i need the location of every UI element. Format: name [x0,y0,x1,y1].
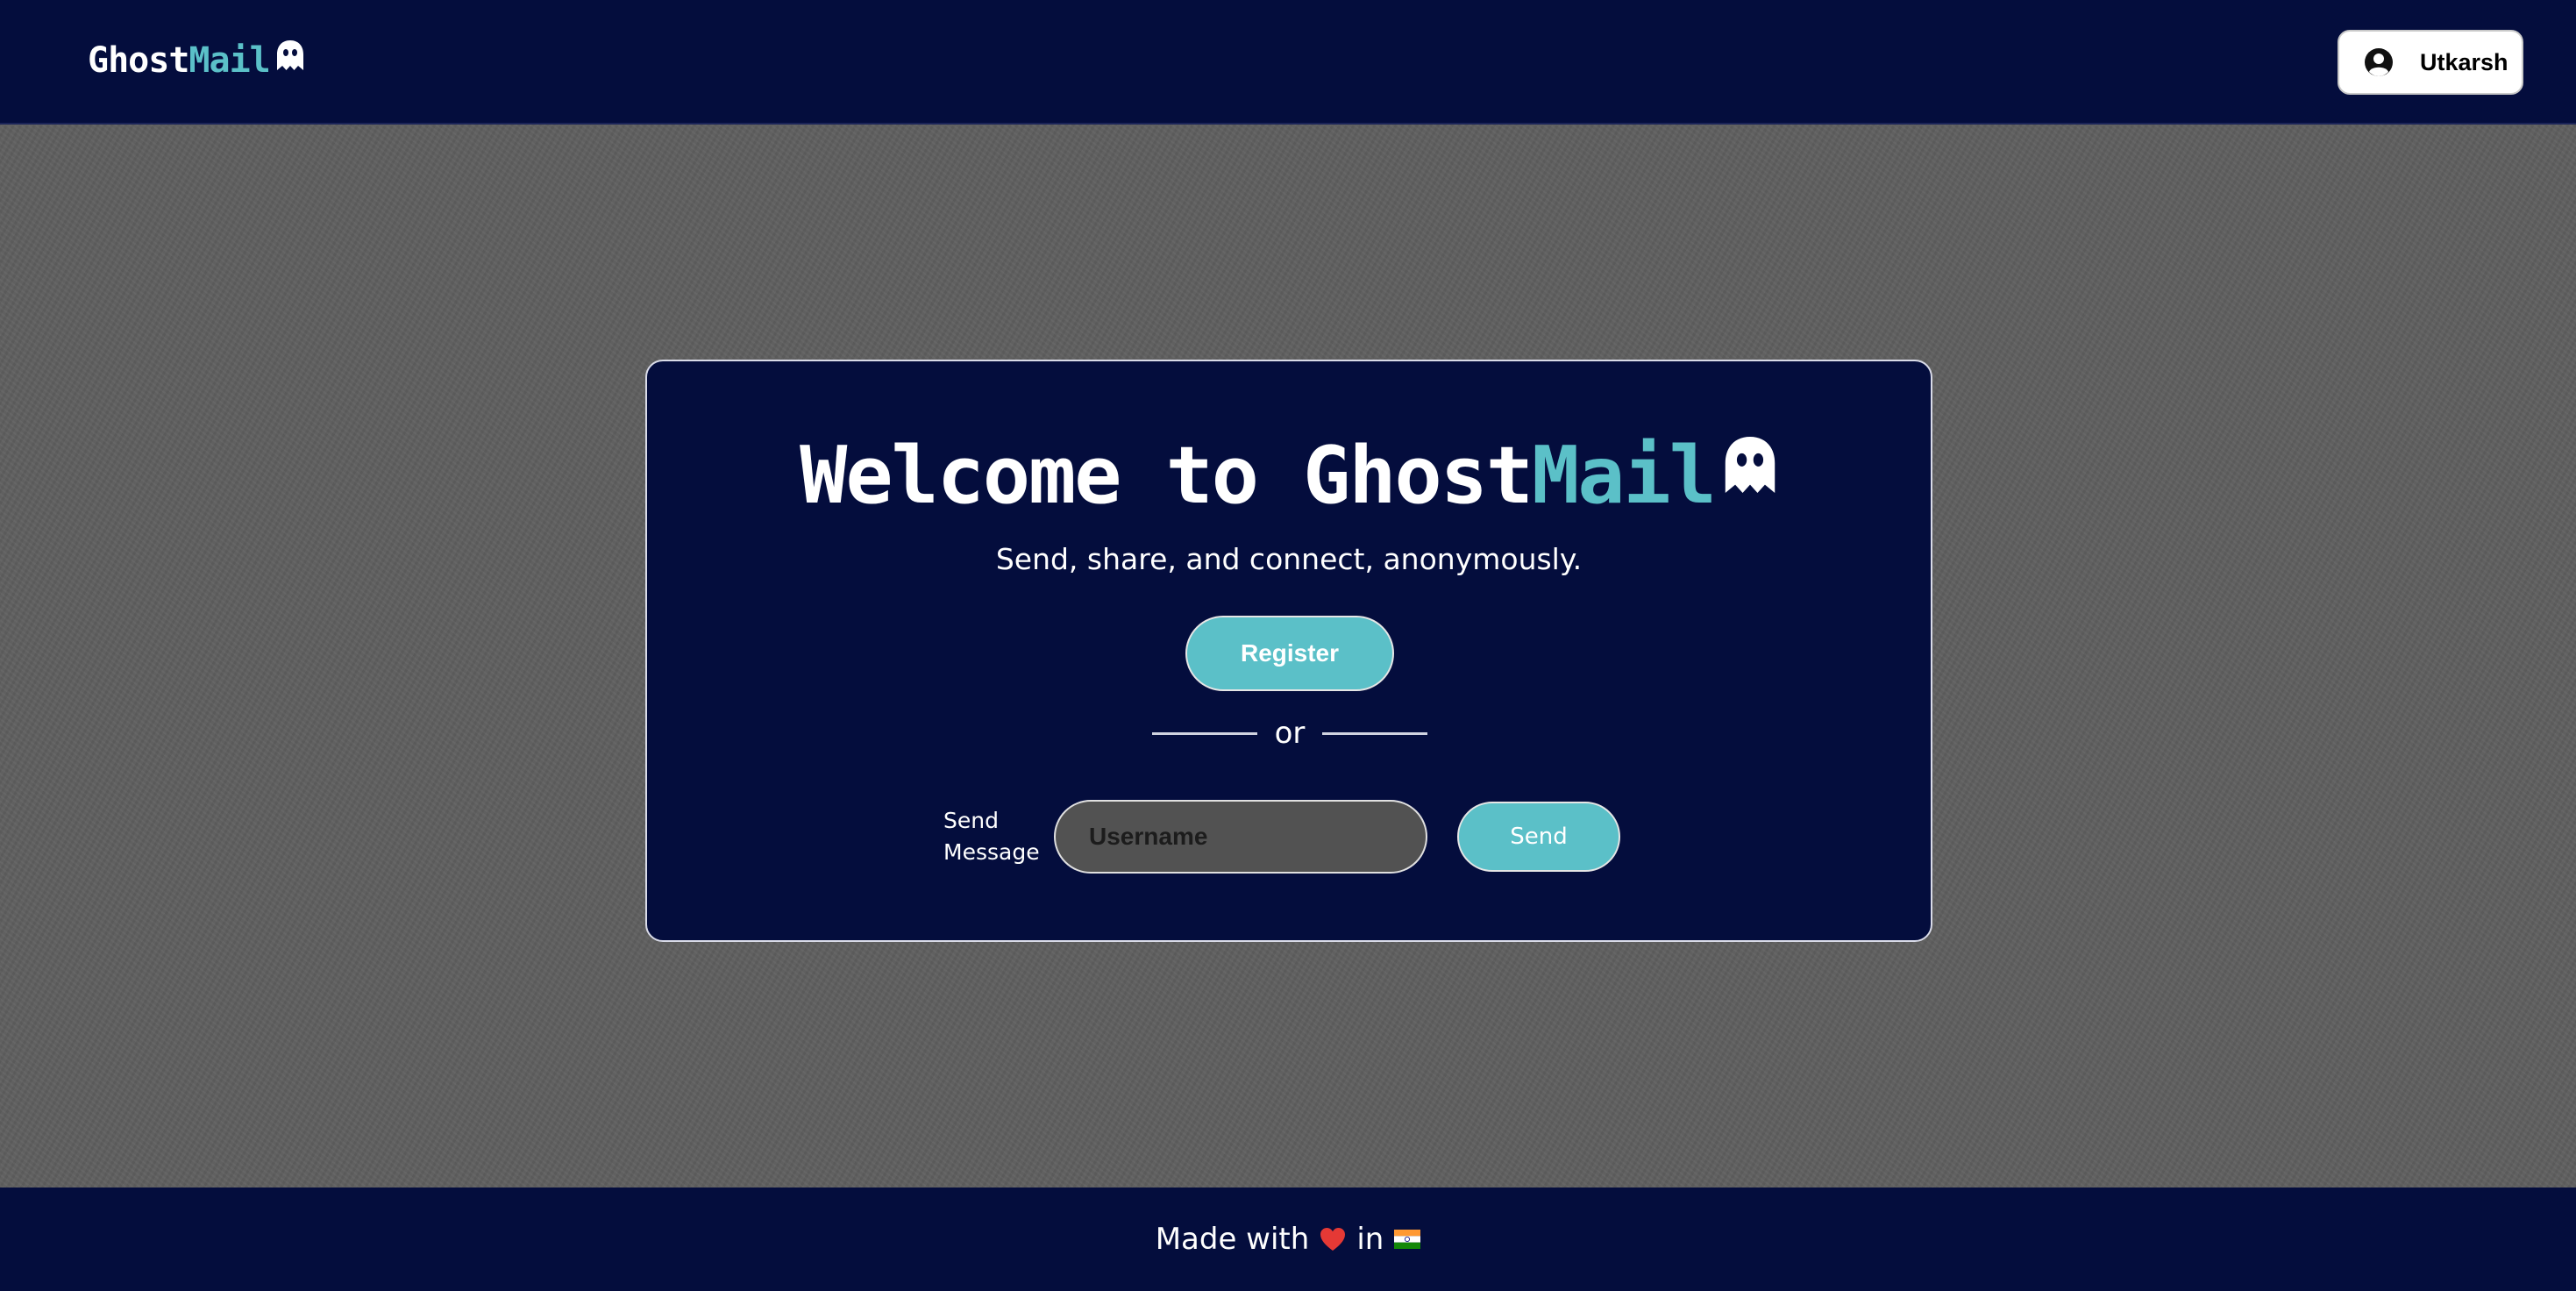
divider-text: or [1274,716,1306,751]
divider-line-right [1322,731,1427,735]
username-input[interactable] [1054,800,1427,874]
user-name: Utkarsh [2420,48,2508,75]
ghost-icon [1725,437,1775,493]
logo[interactable]: Ghost Mail [88,39,305,82]
footer-text-middle: in [1356,1222,1384,1257]
logo-text-accent: Mail [189,40,270,81]
user-menu-button[interactable]: Utkarsh [2338,30,2523,95]
user-circle-icon [2365,48,2393,76]
welcome-title-primary: Welcome to Ghost [800,429,1534,522]
send-message-label: Send Message [943,808,1040,865]
register-button[interactable]: Register [1185,616,1394,691]
divider-line-left [1152,731,1257,735]
navbar: Ghost Mail Utkarsh [0,0,2576,125]
footer: Made with in [0,1188,2576,1291]
welcome-subtitle: Send, share, and connect, anonymously. [995,542,1583,576]
heart-icon [1320,1228,1346,1251]
welcome-title: Welcome to Ghost Mail [647,429,1931,522]
or-divider: or [1152,709,1427,758]
logo-text-primary: Ghost [88,40,189,81]
india-flag-icon [1394,1230,1421,1249]
ghost-icon [276,40,303,70]
welcome-title-accent: Mail [1532,429,1717,522]
footer-text-before: Made with [1155,1222,1310,1257]
send-button[interactable]: Send [1457,802,1620,872]
welcome-card: Welcome to Ghost Mail Send, share, and co… [645,360,1932,942]
